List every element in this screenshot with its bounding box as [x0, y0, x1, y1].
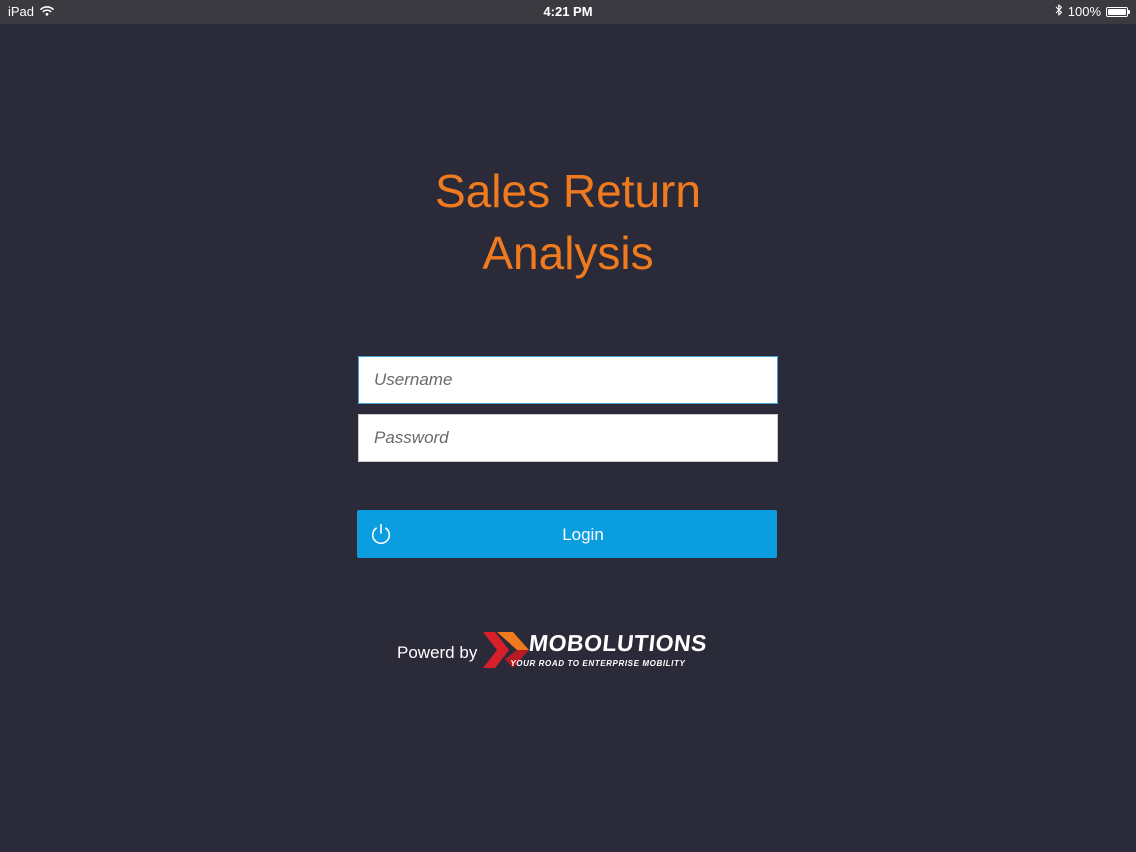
username-input[interactable] [358, 356, 778, 404]
status-time: 4:21 PM [543, 4, 593, 19]
app-title-line2: Analysis [482, 227, 654, 279]
battery-percent: 100% [1067, 4, 1101, 19]
logo-wordmark: MOBOLUTIONS [528, 630, 709, 656]
powered-by-label: Powerd by [397, 642, 478, 662]
login-button[interactable]: Login [357, 510, 777, 558]
logo-tagline: YOUR ROAD TO ENTERPRISE MOBILITY [510, 659, 686, 668]
powered-by: Powerd by MOBOLUTIONS YOUR ROAD TO ENTER… [397, 630, 737, 670]
password-input[interactable] [358, 414, 778, 462]
bluetooth-icon [1055, 4, 1063, 19]
app-title: Sales Return Analysis [0, 160, 1136, 284]
login-button-label: Login [562, 525, 604, 544]
mobolutions-logo: MOBOLUTIONS YOUR ROAD TO ENTERPRISE MOBI… [483, 630, 737, 670]
status-right: 100% [1055, 4, 1130, 19]
app-title-line1: Sales Return [435, 165, 701, 217]
status-bar: iPad 4:21 PM 100% [0, 0, 1136, 24]
battery-icon [1106, 6, 1130, 17]
battery-fill [1108, 8, 1126, 15]
